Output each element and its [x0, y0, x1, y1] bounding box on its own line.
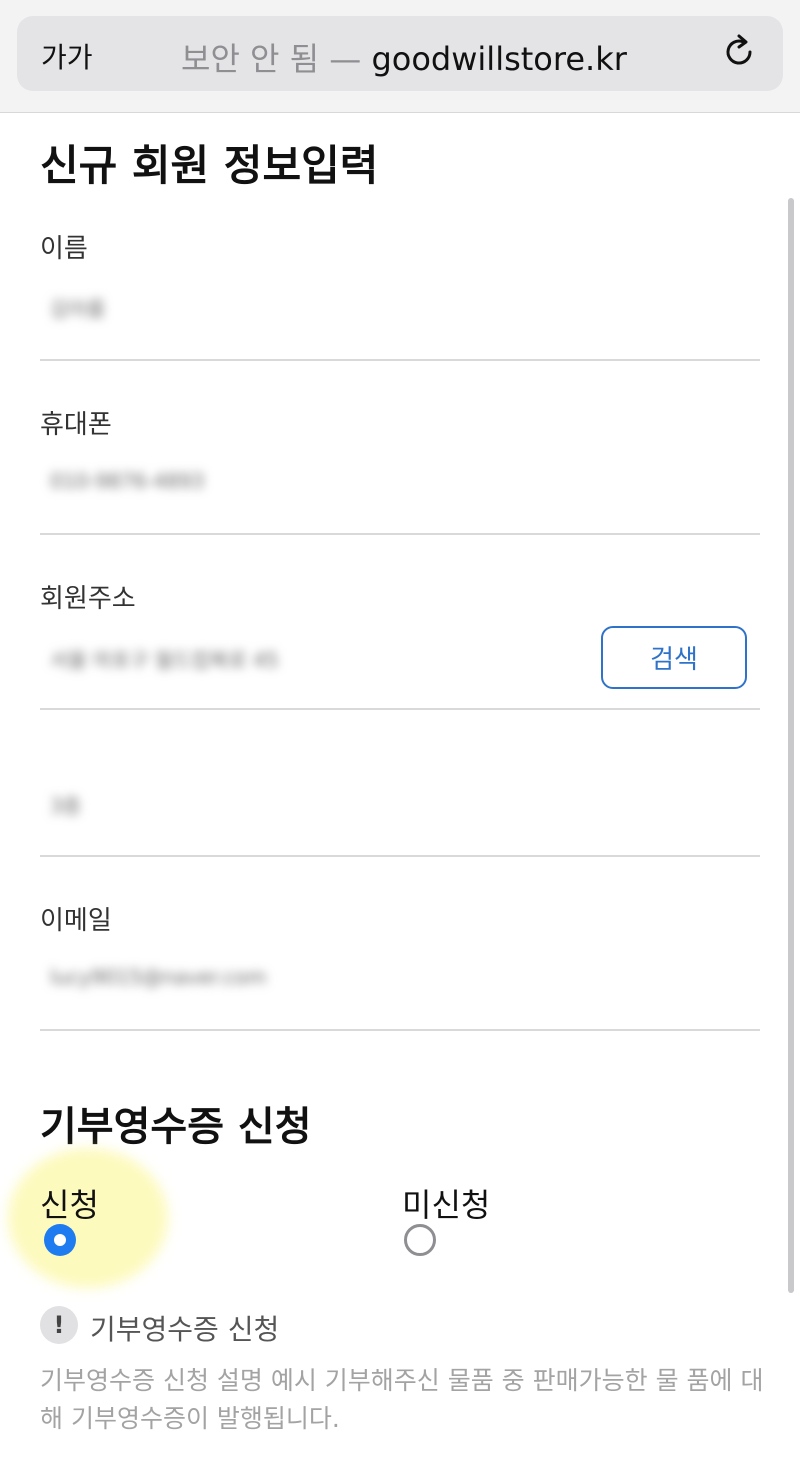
divider [40, 359, 760, 361]
phone-field[interactable]: 010-9876-4893 [50, 469, 204, 493]
security-status: 보안 안 됨 — [181, 40, 372, 78]
scrollbar[interactable] [788, 198, 794, 1293]
address-detail-field[interactable]: 3층 [50, 790, 81, 819]
reload-icon[interactable] [719, 32, 759, 72]
url-display[interactable]: 보안 안 됨 — goodwillstore.kr [181, 34, 627, 80]
divider [40, 708, 760, 710]
divider [40, 533, 760, 535]
receipt-apply-label[interactable]: 신청 [40, 1180, 99, 1226]
url-host: goodwillstore.kr [371, 40, 627, 78]
exclamation-icon: ! [40, 1306, 78, 1344]
receipt-section-title: 기부영수증 신청 [40, 1104, 312, 1150]
address-search-button[interactable]: 검색 [601, 626, 747, 689]
divider [40, 855, 760, 857]
address-field[interactable]: 서울 마포구 월드컵북로 45 [50, 644, 279, 673]
email-field[interactable]: lucy9015@naver.com [50, 965, 267, 989]
page-title: 신규 회원 정보입력 [40, 141, 379, 190]
name-field[interactable]: 김아름 [50, 293, 105, 322]
name-label: 이름 [40, 234, 88, 264]
receipt-decline-label[interactable]: 미신청 [402, 1180, 490, 1226]
divider [40, 1029, 760, 1031]
notice-title: 기부영수증 신청 [90, 1313, 280, 1346]
receipt-decline-radio[interactable] [404, 1224, 436, 1256]
email-label: 이메일 [40, 906, 112, 936]
address-bar[interactable]: 가가 보안 안 됨 — goodwillstore.kr [17, 16, 783, 91]
address-label: 회원주소 [40, 584, 136, 614]
browser-toolbar: 가가 보안 안 됨 — goodwillstore.kr [0, 0, 800, 113]
phone-label: 휴대폰 [40, 410, 112, 440]
notice-description: 기부영수증 신청 설명 예시 기부해주신 물품 중 판매가능한 물 품에 대해 … [40, 1366, 764, 1433]
receipt-apply-radio[interactable] [44, 1224, 76, 1256]
text-size-button[interactable]: 가가 [41, 36, 93, 76]
